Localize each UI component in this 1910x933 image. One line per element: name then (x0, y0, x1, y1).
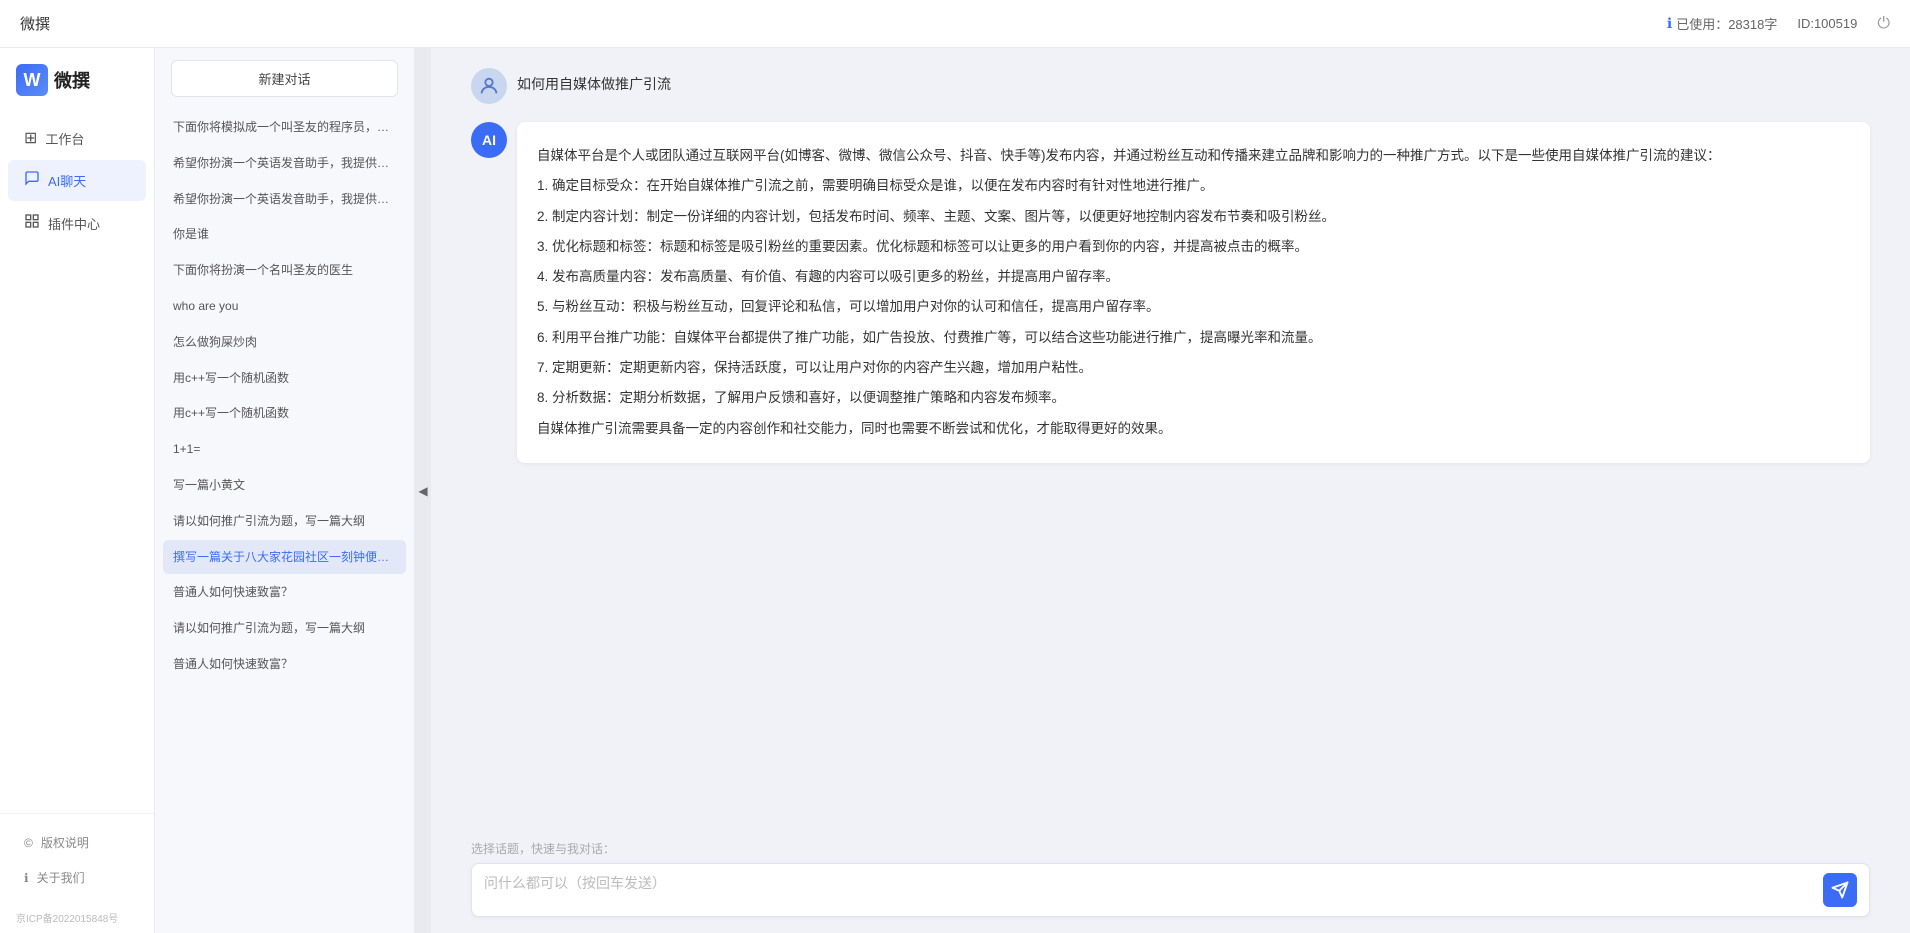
ai-avatar: AI (471, 122, 507, 158)
history-panel: 新建对话 下面你将模拟成一个叫圣友的程序员，我说... 希望你扮演一个英语发音助… (155, 48, 415, 933)
ai-conclusion: 自媒体推广引流需要具备一定的内容创作和社交能力，同时也需要不断尝试和优化，才能取… (537, 417, 1850, 441)
collapse-button[interactable]: ◀ (415, 48, 431, 933)
plugin-icon (24, 213, 40, 234)
sidebar-item-label: AI聊天 (48, 171, 86, 190)
logout-icon[interactable]: ⏻ (1877, 15, 1890, 33)
ai-point-8: 8. 分析数据：定期分析数据，了解用户反馈和喜好，以便调整推广策略和内容发布频率… (537, 386, 1850, 410)
footer-item-label: 版权说明 (41, 834, 89, 851)
send-button[interactable] (1823, 873, 1857, 907)
user-bubble: 如何用自媒体做推广引流 (517, 68, 671, 100)
sidebar-item-ai-chat[interactable]: AI聊天 (8, 160, 146, 201)
chat-area: 如何用自媒体做推广引流 AI 自媒体平台是个人或团队通过互联网平台(如博客、微博… (431, 48, 1910, 933)
history-item[interactable]: 普通人如何快速致富？ (163, 575, 406, 610)
quick-hint: 选择话题，快速与我对话： (471, 840, 1870, 857)
sidebar-logo: W 微撰 (0, 48, 154, 106)
sidebar-item-label: 工作台 (45, 129, 84, 148)
history-list: 下面你将模拟成一个叫圣友的程序员，我说... 希望你扮演一个英语发音助手，我提供… (155, 109, 414, 933)
history-item[interactable]: 用c++写一个随机函数 (163, 396, 406, 431)
logo-icon: W (16, 64, 48, 96)
history-item[interactable]: 请以如何推广引流为题，写一篇大纲 (163, 504, 406, 539)
ai-chat-icon (24, 170, 40, 191)
history-item[interactable]: 用c++写一个随机函数 (163, 361, 406, 396)
history-item[interactable]: 希望你扮演一个英语发音助手，我提供给你... (163, 182, 406, 217)
user-message: 如何用自媒体做推广引流 (471, 68, 1870, 104)
ai-point-3: 3. 优化标题和标签：标题和标签是吸引粉丝的重要因素。优化标题和标签可以让更多的… (537, 235, 1850, 259)
sidebar-nav: ⊞ 工作台 AI聊天 插件中心 (0, 106, 154, 813)
workbench-icon: ⊞ (24, 128, 37, 148)
history-item[interactable]: 请以如何推广引流为题，写一篇大纲 (163, 611, 406, 646)
sidebar-item-workbench[interactable]: ⊞ 工作台 (8, 118, 146, 158)
chat-input[interactable] (484, 872, 1815, 908)
history-item[interactable]: 1+1= (163, 432, 406, 467)
history-item[interactable]: who are you (163, 289, 406, 324)
chat-input-area: 选择话题，快速与我对话： (431, 830, 1910, 933)
icp-text: 京ICP备2022015848号 (0, 906, 154, 933)
input-wrapper (471, 863, 1870, 917)
footer-item-label: 关于我们 (37, 869, 85, 886)
about-icon: ℹ (24, 871, 29, 885)
ai-point-6: 6. 利用平台推广功能：自媒体平台都提供了推广功能，如广告投放、付费推广等，可以… (537, 326, 1850, 350)
chat-messages: 如何用自媒体做推广引流 AI 自媒体平台是个人或团队通过互联网平台(如博客、微博… (431, 48, 1910, 830)
history-item[interactable]: 你是谁 (163, 217, 406, 252)
ai-point-2: 2. 制定内容计划：制定一份详细的内容计划，包括发布时间、频率、主题、文案、图片… (537, 205, 1850, 229)
ai-point-5: 5. 与粉丝互动：积极与粉丝互动，回复评论和私信，可以增加用户对你的认可和信任，… (537, 295, 1850, 319)
history-item[interactable]: 下面你将扮演一个名叫圣友的医生 (163, 253, 406, 288)
send-icon (1831, 881, 1849, 899)
ai-point-7: 7. 定期更新：定期更新内容，保持活跃度，可以让用户对你的内容产生兴趣，增加用户… (537, 356, 1850, 380)
id-text: ID:100519 (1797, 16, 1857, 31)
sidebar: W 微撰 ⊞ 工作台 AI聊天 插件中心 © (0, 48, 155, 933)
topbar-right: ℹ 已使用：28318字 ID:100519 ⏻ (1667, 14, 1890, 33)
ai-point-4: 4. 发布高质量内容：发布高质量、有价值、有趣的内容可以吸引更多的粉丝，并提高用… (537, 265, 1850, 289)
history-item[interactable]: 下面你将模拟成一个叫圣友的程序员，我说... (163, 110, 406, 145)
sidebar-item-about[interactable]: ℹ 关于我们 (8, 861, 146, 894)
usage-text: 已使用：28318字 (1676, 14, 1777, 33)
history-item[interactable]: 怎么做狗屎炒肉 (163, 325, 406, 360)
topbar-title: 微撰 (20, 13, 50, 34)
usage-icon: ℹ (1667, 15, 1672, 32)
history-item[interactable]: 希望你扮演一个英语发音助手，我提供给你... (163, 146, 406, 181)
sidebar-footer: © 版权说明 ℹ 关于我们 (0, 813, 154, 906)
user-avatar (471, 68, 507, 104)
ai-bubble: 自媒体平台是个人或团队通过互联网平台(如博客、微博、微信公众号、抖音、快手等)发… (517, 122, 1870, 463)
topbar: 微撰 ℹ 已使用：28318字 ID:100519 ⏻ (0, 0, 1910, 48)
logo-text: 微撰 (54, 67, 90, 93)
sidebar-item-label: 插件中心 (48, 214, 100, 233)
main-layout: W 微撰 ⊞ 工作台 AI聊天 插件中心 © (0, 48, 1910, 933)
history-item[interactable]: 普通人如何快速致富？ (163, 647, 406, 682)
sidebar-item-copyright[interactable]: © 版权说明 (8, 826, 146, 859)
history-item-active[interactable]: 撰写一篇关于八大家花园社区一刻钟便民生... (163, 540, 406, 575)
new-conversation-button[interactable]: 新建对话 (171, 60, 398, 97)
copyright-icon: © (24, 836, 33, 850)
history-item[interactable]: 写一篇小黄文 (163, 468, 406, 503)
ai-message: AI 自媒体平台是个人或团队通过互联网平台(如博客、微博、微信公众号、抖音、快手… (471, 122, 1870, 463)
ai-intro: 自媒体平台是个人或团队通过互联网平台(如博客、微博、微信公众号、抖音、快手等)发… (537, 144, 1850, 168)
sidebar-item-plugin-center[interactable]: 插件中心 (8, 203, 146, 244)
usage-info: ℹ 已使用：28318字 (1667, 14, 1777, 33)
ai-point-1: 1. 确定目标受众：在开始自媒体推广引流之前，需要明确目标受众是谁，以便在发布内… (537, 174, 1850, 198)
